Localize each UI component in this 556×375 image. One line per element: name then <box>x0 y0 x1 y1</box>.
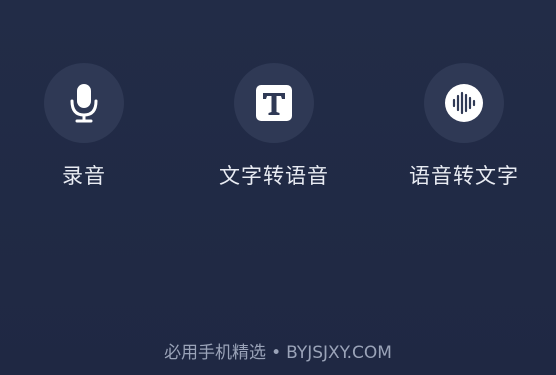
watermark-site-name: 必用手机精选 <box>164 343 267 363</box>
text-t-icon <box>256 85 292 121</box>
text-to-speech-button[interactable]: 文字转语音 <box>194 63 354 189</box>
watermark: 必用手机精选 • BYJSJXY.COM <box>0 342 556 364</box>
text-to-speech-icon-circle <box>234 63 314 143</box>
speech-to-text-icon-circle <box>424 63 504 143</box>
sound-wave-icon <box>445 84 483 122</box>
record-button[interactable]: 录音 <box>4 63 164 189</box>
watermark-separator: • <box>271 343 282 363</box>
speech-to-text-button[interactable]: 语音转文字 <box>384 63 544 189</box>
watermark-domain: BYJSJXY.COM <box>286 343 392 363</box>
text-to-speech-label: 文字转语音 <box>219 164 329 188</box>
speech-to-text-label: 语音转文字 <box>409 164 519 188</box>
record-label: 录音 <box>62 164 106 188</box>
voice-tools-screen: 录音 文字转语音 语音转文字 必用手机精选 • BYJSJXY.COM <box>0 0 556 375</box>
record-icon-circle <box>44 63 124 143</box>
microphone-icon <box>70 84 98 123</box>
